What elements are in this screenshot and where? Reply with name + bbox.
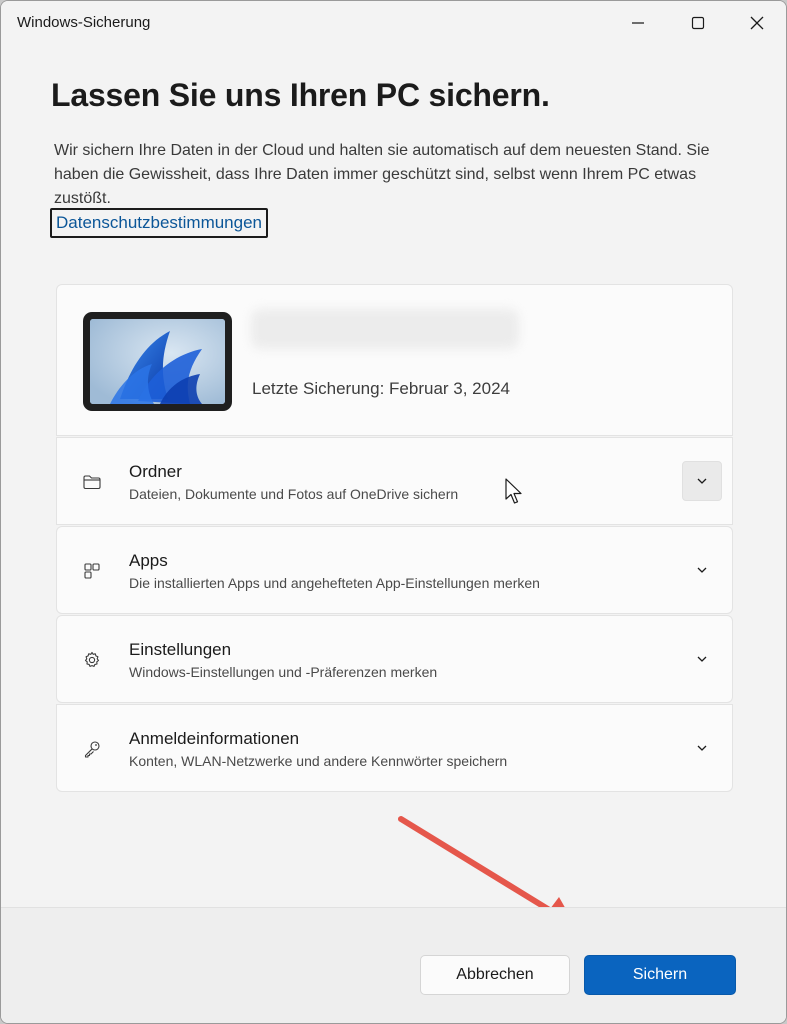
footer-bar: Abbrechen Sichern: [1, 907, 786, 1023]
window-title: Windows-Sicherung: [17, 14, 151, 31]
device-card: Letzte Sicherung: Februar 3, 2024: [56, 284, 733, 436]
title-bar: Windows-Sicherung: [1, 1, 786, 45]
close-icon: [750, 16, 764, 30]
expand-button[interactable]: [682, 639, 722, 679]
apps-icon: [84, 563, 100, 579]
chevron-down-icon: [697, 745, 707, 751]
folder-icon: [83, 475, 101, 490]
option-subtitle: Konten, WLAN-Netzwerke und andere Kennwö…: [129, 753, 508, 769]
option-subtitle: Die installierten Apps und angehefteten …: [129, 575, 540, 591]
backup-window: Windows-Sicherung Lassen Sie uns Ihren P…: [0, 0, 787, 1024]
key-icon: [84, 741, 100, 758]
chevron-down-icon: [697, 567, 707, 573]
privacy-link[interactable]: Datenschutzbestimmungen: [50, 208, 269, 238]
close-button[interactable]: [728, 1, 786, 45]
chevron-down-icon: [697, 478, 707, 484]
option-einstellungen[interactable]: Einstellungen Windows-Einstellungen und …: [56, 615, 733, 703]
option-subtitle: Dateien, Dokumente und Fotos auf OneDriv…: [129, 486, 459, 502]
device-image: [83, 312, 232, 411]
maximize-button[interactable]: [669, 1, 727, 45]
option-title: Ordner: [129, 462, 182, 481]
option-apps[interactable]: Apps Die installierten Apps und angeheft…: [56, 526, 733, 614]
last-backup-text: Letzte Sicherung: Februar 3, 2024: [252, 379, 510, 398]
page-description: Wir sichern Ihre Daten in der Cloud und …: [54, 142, 710, 207]
page-heading: Lassen Sie uns Ihren PC sichern.: [51, 77, 550, 113]
gear-icon: [84, 651, 100, 667]
option-subtitle: Windows-Einstellungen und -Präferenzen m…: [129, 664, 438, 680]
device-name-redacted: [251, 309, 519, 349]
option-title: Anmeldeinformationen: [129, 729, 300, 748]
minimize-button[interactable]: [609, 1, 667, 45]
expand-button[interactable]: [682, 550, 722, 590]
minimize-icon: [632, 22, 644, 24]
cancel-button[interactable]: Abbrechen: [420, 955, 570, 995]
option-anmeldeinformationen[interactable]: Anmeldeinformationen Konten, WLAN-Netzwe…: [56, 704, 733, 792]
chevron-down-icon: [697, 656, 707, 662]
option-title: Apps: [129, 551, 168, 570]
maximize-icon: [691, 16, 705, 30]
expand-button[interactable]: [682, 461, 722, 501]
option-title: Einstellungen: [129, 640, 232, 659]
mouse-cursor-icon: [505, 478, 522, 504]
backup-button[interactable]: Sichern: [584, 955, 736, 995]
wallpaper-image: [90, 319, 225, 404]
option-ordner[interactable]: Ordner Dateien, Dokumente und Fotos auf …: [56, 437, 733, 525]
expand-button[interactable]: [682, 728, 722, 768]
